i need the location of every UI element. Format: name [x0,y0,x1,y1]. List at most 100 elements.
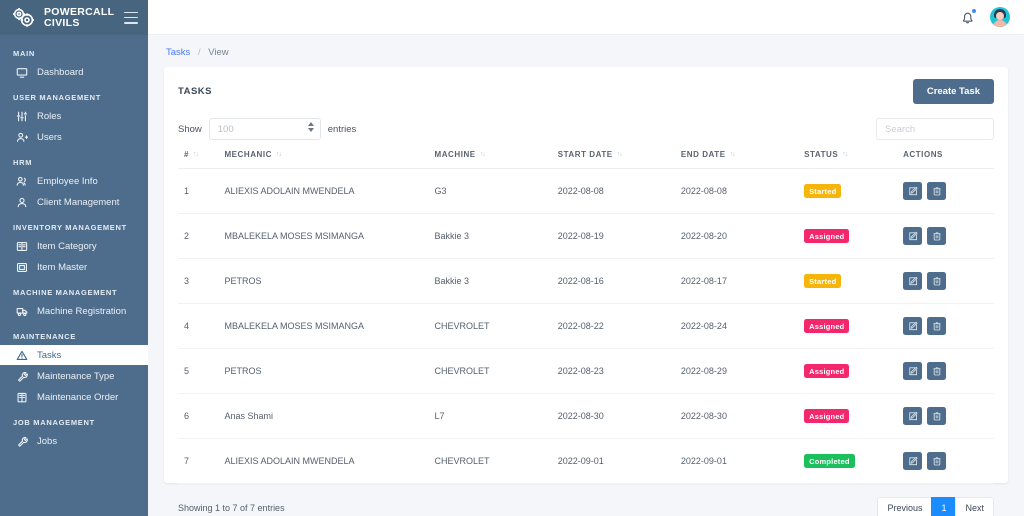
delete-row-button[interactable] [927,272,947,290]
breadcrumb-link-tasks[interactable]: Tasks [166,47,190,58]
sort-icon: ↑↓ [729,151,736,159]
row-action-buttons [903,182,994,200]
edit-row-button[interactable] [903,362,923,380]
cell-actions [903,258,994,304]
breadcrumb-separator: / [197,47,201,58]
app-root: POWERCALL CIVILS MAIN Dashboard USER MANAG… [0,0,1024,516]
truck-icon [16,305,28,317]
trash-icon [932,321,942,331]
show-label: Show [178,123,202,135]
edit-row-button[interactable] [903,272,923,290]
column-header-machine[interactable]: MACHINE ↑↓ [434,150,558,169]
trash-icon [932,186,942,196]
delete-row-button[interactable] [927,452,947,470]
column-header-status[interactable]: STATUS ↑↓ [804,150,904,169]
cell-number: 4 [178,303,225,349]
avatar[interactable] [990,7,1010,27]
trash-icon [932,276,942,286]
sidebar-item-item-category[interactable]: Item Category [0,236,148,256]
sidebar-item-label: Dashboard [37,66,84,78]
delete-row-button[interactable] [927,407,947,425]
sidebar-item-maintenance-order[interactable]: Maintenance Order [0,387,148,407]
gears-icon [10,6,38,30]
sidebar-item-label: Maintenance Order [37,391,119,403]
row-action-buttons [903,407,994,425]
cell-end-date: 2022-09-01 [680,438,805,484]
status-badge: Assigned [804,409,850,423]
sidebar-item-roles[interactable]: Roles [0,106,148,126]
sidebar-item-label: Employee Info [37,175,98,187]
cell-number: 3 [178,258,225,304]
pagination-page-1[interactable]: 1 [931,497,957,516]
cell-number: 6 [178,393,225,439]
page-title: TASKS [178,86,212,97]
tasks-table: # ↑↓ MECHANIC ↑↓ MACHINE ↑↓ START DATE ↑↓ END DA… [178,150,994,484]
column-header-label: ACTIONS [903,150,943,159]
column-header-start-date[interactable]: START DATE ↑↓ [557,150,681,169]
edit-row-button[interactable] [903,317,923,335]
sidebar-item-item-master[interactable]: Item Master [0,257,148,277]
column-header-end-date[interactable]: END DATE ↑↓ [680,150,805,169]
sidebar-item-jobs[interactable]: Jobs [0,431,148,451]
pagination-next[interactable]: Next [955,497,994,516]
cell-actions [903,348,994,394]
row-action-buttons [903,317,994,335]
delete-row-button[interactable] [927,362,947,380]
sidebar-item-label: Users [37,131,62,143]
status-badge: Started [804,184,842,198]
trash-icon [932,411,942,421]
cell-machine: L7 [434,393,558,439]
trash-icon [932,231,942,241]
content-area: Tasks / View TASKS Create Task Show 100 [148,35,1024,516]
delete-row-button[interactable] [927,317,947,335]
column-header-label: START DATE [557,150,613,159]
sidebar-item-users[interactable]: Users [0,127,148,147]
sidebar-item-maintenance-type[interactable]: Maintenance Type [0,366,148,386]
cell-mechanic: MBALEKELA MOSES MSIMANGA [224,303,435,349]
sidebar-item-employee-info[interactable]: Employee Info [0,171,148,191]
entries-label: entries [327,123,357,135]
sidebar-item-machine-registration[interactable]: Machine Registration [0,301,148,321]
edit-row-button[interactable] [903,182,923,200]
sidebar-item-dashboard[interactable]: Dashboard [0,62,148,82]
edit-row-button[interactable] [903,227,923,245]
cell-actions [903,393,994,439]
sidebar-item-client-management[interactable]: Client Management [0,192,148,212]
hamburger-icon[interactable] [124,11,138,24]
cell-start-date: 2022-08-08 [557,168,681,214]
bell-icon[interactable] [959,7,977,26]
sidebar-item-label: Jobs [37,435,58,447]
sort-icon: ↑↓ [842,151,848,159]
sidebar-item-tasks[interactable]: Tasks [0,345,148,365]
table-footer: Showing 1 to 7 of 7 entries Previous 1 N… [178,497,994,516]
cell-end-date: 2022-08-30 [680,393,805,439]
brand-title-line2: CIVILS [44,16,80,29]
avatar-body [993,20,1007,27]
trash-icon [932,456,942,466]
status-badge: Assigned [804,229,850,243]
column-header-mechanic[interactable]: MECHANIC ↑↓ [224,150,435,169]
cell-start-date: 2022-08-23 [557,348,681,394]
cell-status: Completed [804,438,904,484]
cell-machine: Bakkie 3 [434,213,558,259]
cell-status: Assigned [804,393,904,439]
create-task-button[interactable]: Create Task [912,79,994,104]
sidebar-nav: MAIN Dashboard USER MANAGEMENT Roles Users HR… [0,35,148,516]
show-entries-control: Show 100 entries [178,118,356,140]
column-header-[interactable]: # ↑↓ [178,150,225,169]
pagination-previous[interactable]: Previous [877,497,933,516]
delete-row-button[interactable] [927,227,947,245]
edit-icon [908,411,918,421]
cell-mechanic: ALIEXIS ADOLAIN MWENDELA [224,168,435,214]
search-input[interactable] [876,118,994,140]
card-header: TASKS Create Task [178,79,994,104]
delete-row-button[interactable] [927,182,947,200]
edit-row-button[interactable] [903,452,923,470]
cell-end-date: 2022-08-17 [680,258,805,304]
row-action-buttons [903,452,994,470]
edit-row-button[interactable] [903,407,923,425]
user-icon [16,196,28,208]
page-length-select[interactable]: 100 [208,118,321,140]
sidebar: POWERCALL CIVILS MAIN Dashboard USER MANAG… [0,0,148,516]
page-length-select-wrap: 100 [208,118,321,140]
